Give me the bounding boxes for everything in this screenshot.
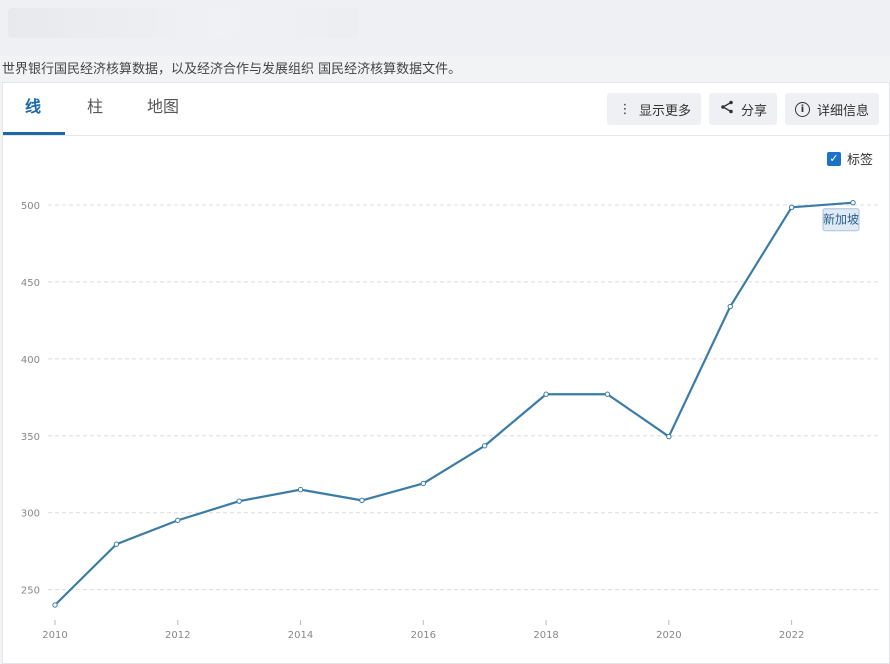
line-chart: 250 300 350 400 450 500 2010 2012 2014 2016 2018 20… (21, 199, 880, 641)
data-point (359, 497, 365, 504)
data-point (175, 517, 181, 524)
data-point (850, 199, 856, 206)
data-point (543, 391, 549, 397)
data-point (52, 602, 58, 608)
y-tick-label: 400 (21, 355, 40, 366)
data-point (481, 443, 488, 449)
y-tick-label: 350 (21, 432, 40, 443)
y-tick-label: 500 (21, 201, 40, 212)
data-point (604, 391, 611, 397)
data-point (666, 433, 672, 440)
data-point (236, 498, 242, 504)
y-tick-label: 450 (21, 278, 40, 289)
data-point (113, 541, 120, 547)
y-tick-label: 250 (21, 586, 40, 597)
data-point (297, 486, 304, 493)
x-tick-label: 2020 (656, 630, 681, 641)
x-tick-label: 2010 (42, 630, 67, 641)
x-tick-label: 2016 (411, 630, 436, 641)
series-label: 新加坡 (823, 212, 859, 227)
data-point (420, 480, 427, 487)
y-tick-label: 300 (21, 509, 40, 520)
series-line (54, 201, 854, 606)
x-tick-label: 2022 (779, 630, 804, 641)
x-tick-label: 2018 (533, 630, 558, 641)
data-point (727, 303, 733, 310)
x-tick-label: 2012 (165, 630, 190, 641)
data-point (788, 204, 795, 211)
x-tick-label: 2014 (288, 630, 313, 641)
